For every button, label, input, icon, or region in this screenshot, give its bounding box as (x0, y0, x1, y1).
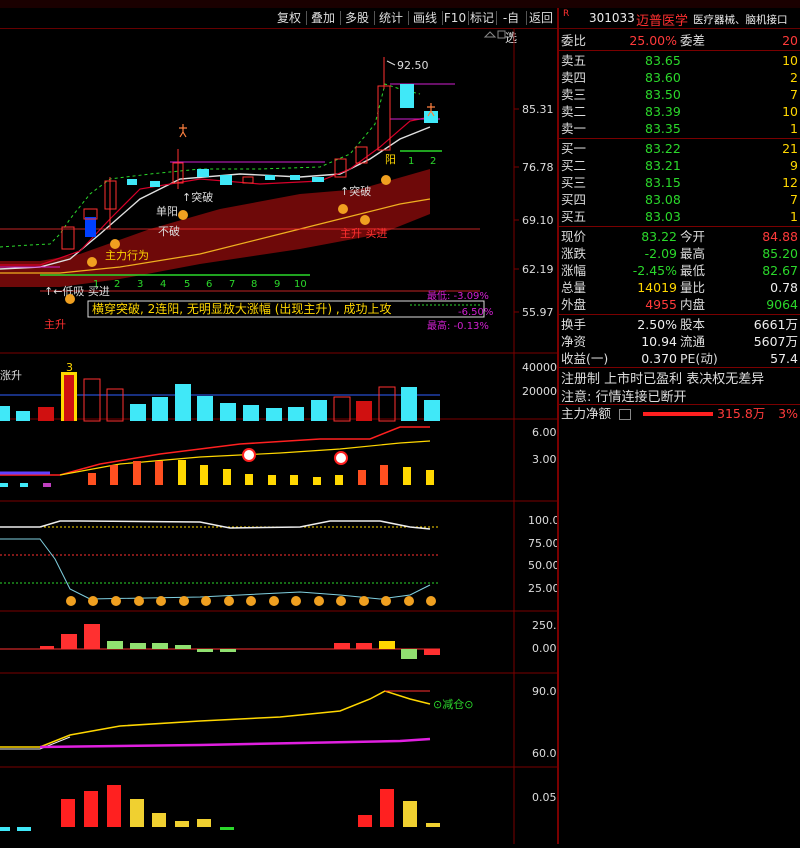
svg-text:1: 1 (408, 156, 414, 167)
svg-text:8: 8 (251, 279, 257, 290)
annotation-label: 主升 (44, 318, 66, 331)
annotation-label: ↑突破 (340, 184, 371, 198)
chart-area[interactable]: 85.31 76.78 69.10 62.19 55.97 92.50 1 2 … (0, 29, 564, 844)
stock-marker: R (563, 9, 570, 19)
stock-header: R 301033 迈普医学 医疗器械、脑机接口 (559, 8, 800, 29)
svg-text:25.00: 25.00 (528, 582, 557, 595)
svg-text:6: 6 (206, 279, 212, 290)
bid-row: 买一 83.22 21 (561, 141, 798, 156)
kline-chart-svg[interactable]: 85.31 76.78 69.10 62.19 55.97 92.50 1 2 … (0, 29, 564, 844)
svg-text:50.00: 50.00 (528, 559, 557, 572)
stat-row: 涨幅 -2.45% 最低 82.67 (561, 263, 798, 278)
grid-icon (619, 409, 631, 420)
toolbar-stats-button[interactable]: 统计 (375, 8, 407, 28)
ask-row: 卖二 83.39 10 (561, 104, 798, 119)
price-tick: 85.31 (522, 103, 554, 116)
stock-code: 301033 (589, 11, 635, 25)
annotation-label: ↑←低吸 买进 (44, 285, 110, 298)
bid-row: 买三 83.15 12 (561, 175, 798, 190)
svg-text:250.0: 250.0 (532, 619, 557, 632)
bid-row: 买二 83.21 9 (561, 158, 798, 173)
svg-text:6.00: 6.00 (532, 426, 557, 439)
chart-toolbar: 复权 叠加 多股 统计 画线 F10 标记 -自选 返回 (0, 8, 557, 45)
high-label: 92.50 (397, 59, 429, 72)
toolbar-watchlist-button[interactable]: -自选 (497, 8, 525, 45)
stat-row: 涨跌 -2.09 最高 85.20 (561, 246, 798, 261)
stat-row: 总量 14019 量比 0.78 (561, 280, 798, 295)
svg-text:60.00: 60.00 (532, 747, 557, 760)
main-net-row: 主力净额 315.8万 3% (561, 406, 798, 421)
quote-panel: R 301033 迈普医学 医疗器械、脑机接口 委比 25.00% 委差 20 … (559, 8, 800, 844)
toolbar-f10-button[interactable]: F10 (443, 8, 467, 28)
stat-row: 换手 2.50% 股本 6661万 (561, 317, 798, 332)
annotation-label: 不破 (158, 224, 180, 238)
svg-text:最高: -0.13%: 最高: -0.13% (427, 319, 489, 332)
stat-row: 净资 10.94 流通 5607万 (561, 334, 798, 349)
stat-row: 外盘 4955 内盘 9064 (561, 297, 798, 312)
ask-row: 卖五 83.65 10 (561, 53, 798, 68)
svg-text:40000: 40000 (522, 361, 557, 374)
toolbar-overlay-button[interactable]: 叠加 (307, 8, 339, 28)
svg-text:5: 5 (184, 279, 190, 290)
svg-text:9: 9 (274, 279, 280, 290)
price-tick: 62.19 (522, 263, 554, 276)
bid-row: 买五 83.03 1 (561, 209, 798, 224)
annotation-label: ↑突破 (182, 190, 213, 204)
svg-text:100.0: 100.0 (528, 514, 557, 527)
stat-row: 现价 83.22 今开 84.88 (561, 229, 798, 244)
svg-text:最低: -3.09%: 最低: -3.09% (427, 289, 489, 302)
listing-notice: 注册制 上市时已盈利 表决权无差异 (561, 372, 765, 387)
webi-row: 委比 25.00% 委差 20 (561, 33, 798, 48)
svg-text:2: 2 (430, 156, 436, 167)
net-bar (643, 412, 713, 416)
toolbar-multi-button[interactable]: 多股 (341, 8, 373, 28)
svg-text:7: 7 (229, 279, 235, 290)
svg-text:2: 2 (114, 279, 120, 290)
svg-text:⊙减仓⊙: ⊙减仓⊙ (433, 697, 473, 711)
top-strip (0, 0, 800, 8)
svg-text:75.00: 75.00 (528, 537, 557, 550)
toolbar-fuquan-button[interactable]: 复权 (273, 8, 305, 28)
toolbar-draw-button[interactable]: 画线 (409, 8, 441, 28)
svg-text:涨升: 涨升 (0, 369, 22, 382)
annotation-label: 阳 (385, 153, 396, 166)
ask-row: 卖四 83.60 2 (561, 70, 798, 85)
svg-text:20000: 20000 (522, 385, 557, 398)
annotation-label: 主升 买进 (340, 227, 388, 240)
ask-row: 卖三 83.50 7 (561, 87, 798, 102)
svg-text:10: 10 (294, 279, 307, 290)
panel-tools-icon (483, 30, 515, 39)
annotation-label: 主力行为 (105, 249, 149, 262)
stock-industry: 医疗器械、脑机接口 (693, 14, 788, 26)
svg-text:3.00: 3.00 (532, 453, 557, 466)
annotation-label: 单阳 (156, 205, 178, 218)
svg-text:0.00: 0.00 (532, 642, 557, 655)
toolbar-mark-button[interactable]: 标记 (469, 8, 495, 28)
ask-row: 卖一 83.35 1 (561, 121, 798, 136)
connection-notice: 注意: 行情连接已断开 (561, 390, 687, 405)
svg-text:4: 4 (160, 279, 166, 290)
svg-text:0.05: 0.05 (532, 791, 557, 804)
svg-text:3: 3 (137, 279, 143, 290)
stat-row: 收益(一) 0.370 PE(动) 57.4 (561, 351, 798, 366)
price-tick: 76.78 (522, 161, 554, 174)
price-tick: 69.10 (522, 214, 554, 227)
stock-name[interactable]: 迈普医学 (636, 10, 688, 29)
svg-text:90.00: 90.00 (532, 685, 557, 698)
volume-bars (0, 372, 440, 422)
toolbar-back-button[interactable]: 返回 (527, 8, 555, 28)
bid-row: 买四 83.08 7 (561, 192, 798, 207)
signal-banner: 横穿突破, 2连阳, 无明显放大涨幅 (出现主升) , 成功上攻 (92, 301, 392, 316)
price-tick: 55.97 (522, 306, 554, 319)
svg-text:-6.50%: -6.50% (458, 307, 493, 318)
